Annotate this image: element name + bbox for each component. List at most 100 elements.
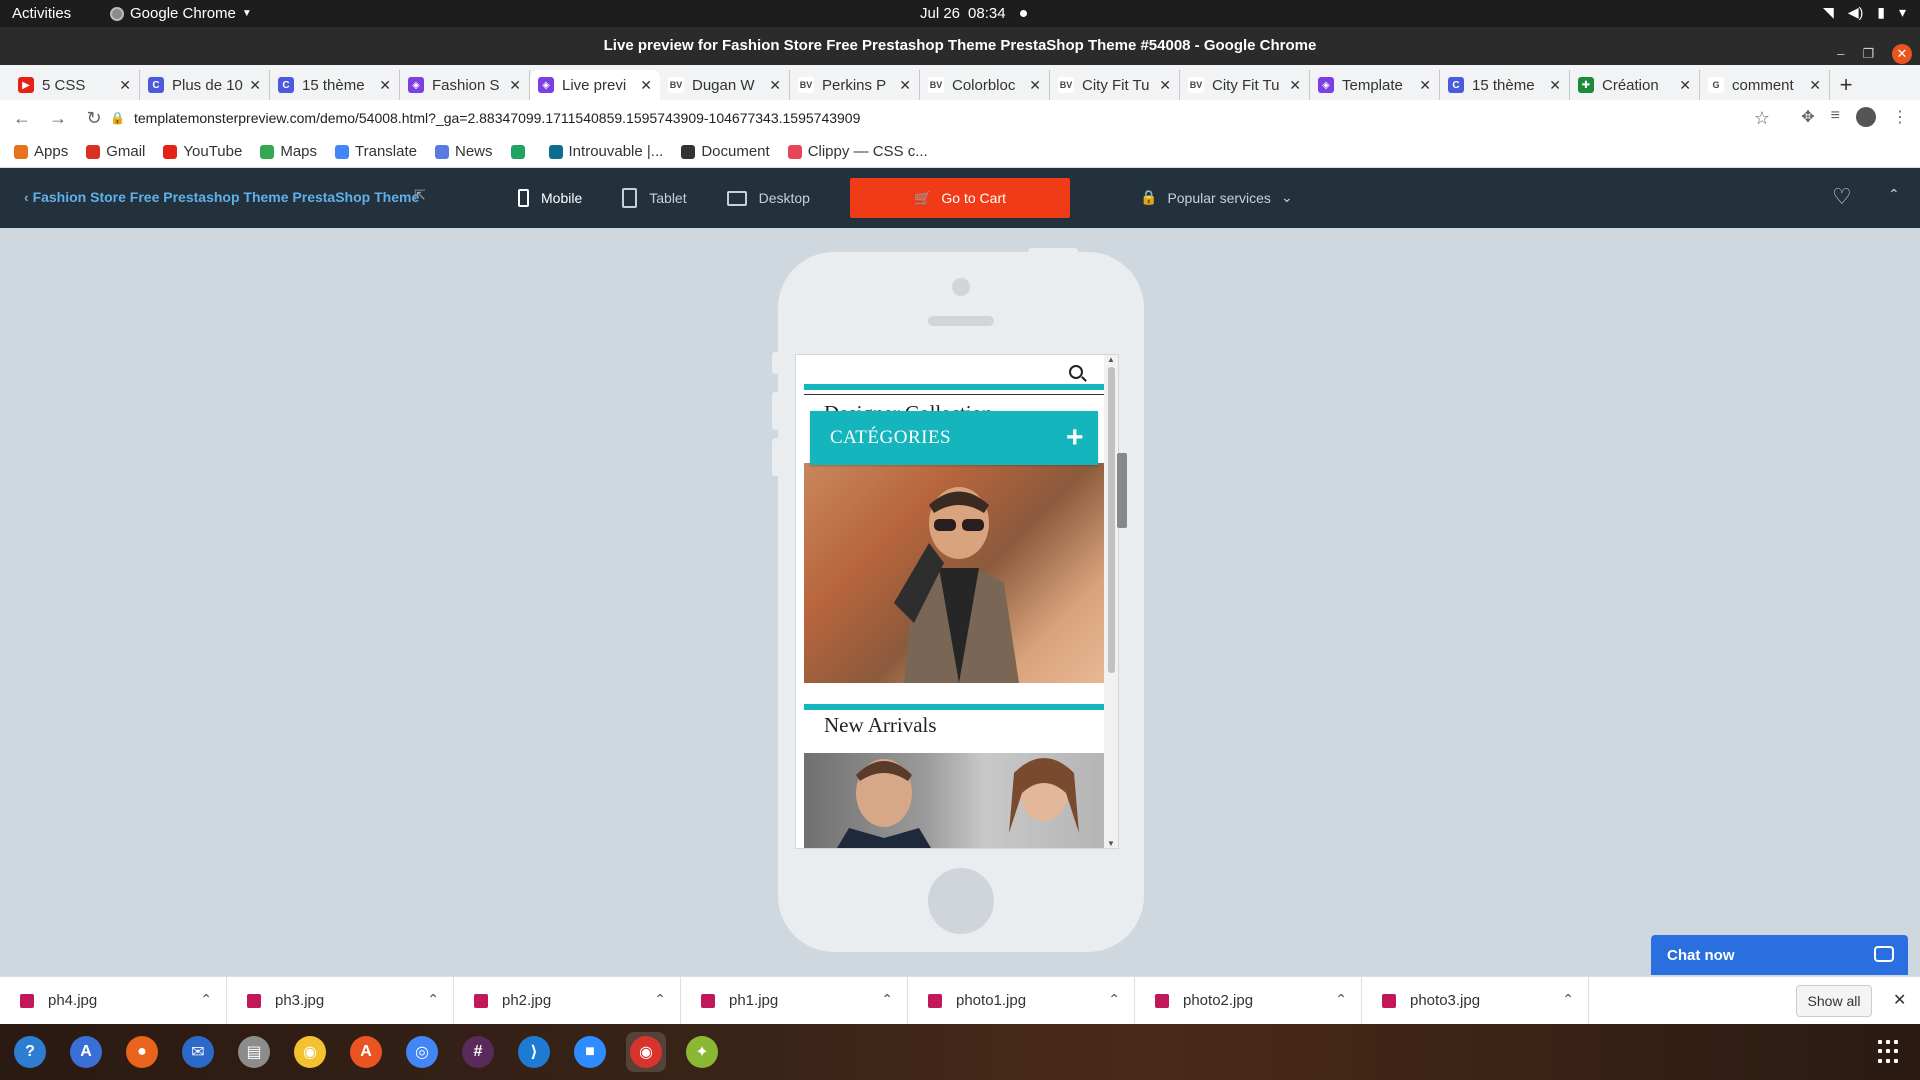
download-item[interactable]: ph4.jpg ⌃ bbox=[0, 976, 227, 1025]
zoom-icon[interactable]: ■ bbox=[570, 1032, 610, 1072]
tab-close-icon[interactable]: ✕ bbox=[1289, 77, 1301, 94]
bookmark-item[interactable]: News bbox=[435, 143, 493, 160]
bookmark-item[interactable]: Introuvable |... bbox=[548, 143, 663, 160]
reload-icon[interactable]: ↻ bbox=[80, 108, 108, 129]
tab-close-icon[interactable]: ✕ bbox=[1549, 77, 1561, 94]
tab-close-icon[interactable]: ✕ bbox=[509, 77, 521, 94]
chevron-up-icon[interactable]: ⌃ bbox=[1562, 991, 1574, 1008]
browser-tab[interactable]: ◈ Template ✕ bbox=[1310, 70, 1440, 100]
browser-tab[interactable]: C Plus de 10 ✕ bbox=[140, 70, 270, 100]
activities-button[interactable]: Activities bbox=[12, 5, 71, 22]
categories-toggle[interactable]: CATÉGORIES + bbox=[810, 411, 1098, 465]
url-text[interactable]: templatemonsterpreview.com/demo/54008.ht… bbox=[134, 110, 860, 126]
slack-icon[interactable]: # bbox=[458, 1032, 498, 1072]
lock-icon[interactable]: 🔒 bbox=[110, 111, 125, 125]
chevron-up-icon[interactable]: ⌃ bbox=[881, 991, 893, 1008]
browser-tab[interactable]: BV Colorbloc ✕ bbox=[920, 70, 1050, 100]
tab-close-icon[interactable]: ✕ bbox=[379, 77, 391, 94]
bookmark-item[interactable]: Translate bbox=[335, 143, 417, 160]
bookmark-item[interactable]: Document bbox=[681, 143, 770, 160]
browser-tab[interactable]: BV Perkins P ✕ bbox=[790, 70, 920, 100]
app-menu[interactable]: Google Chrome ▼ bbox=[110, 5, 252, 22]
chevron-up-icon[interactable]: ⌃ bbox=[200, 991, 212, 1008]
tab-close-icon[interactable]: ✕ bbox=[1029, 77, 1041, 94]
search-icon[interactable] bbox=[1069, 365, 1083, 379]
favorite-heart-icon[interactable]: ♡ bbox=[1832, 184, 1852, 210]
browser-tab[interactable]: C 15 thème ✕ bbox=[1440, 70, 1570, 100]
new-arrivals-image[interactable] bbox=[804, 753, 1104, 848]
forward-icon[interactable]: → bbox=[44, 108, 72, 129]
designer-collection-image[interactable] bbox=[804, 463, 1104, 683]
bookmark-item[interactable]: Clippy — CSS c... bbox=[787, 143, 928, 160]
browser-tab[interactable]: BV City Fit Tu ✕ bbox=[1050, 70, 1180, 100]
tab-close-icon[interactable]: ✕ bbox=[249, 77, 261, 94]
tab-close-icon[interactable]: ✕ bbox=[1679, 77, 1691, 94]
profile-avatar[interactable] bbox=[1856, 107, 1876, 127]
rhythmbox-icon[interactable]: ◉ bbox=[290, 1032, 330, 1072]
scrollbar-thumb[interactable] bbox=[1108, 367, 1115, 673]
chevron-up-icon[interactable]: ⌃ bbox=[427, 991, 439, 1008]
download-item[interactable]: ph2.jpg ⌃ bbox=[454, 976, 681, 1025]
collapse-chevron-up-icon[interactable]: ⌃ bbox=[1888, 186, 1900, 203]
browser-tab[interactable]: BV Dugan W ✕ bbox=[660, 70, 790, 100]
download-item[interactable]: ph1.jpg ⌃ bbox=[681, 976, 908, 1025]
download-item[interactable]: ph3.jpg ⌃ bbox=[227, 976, 454, 1025]
chevron-up-icon[interactable]: ⌃ bbox=[1335, 991, 1347, 1008]
close-downloads-icon[interactable]: ✕ bbox=[1893, 990, 1906, 1010]
chevron-up-icon[interactable]: ⌃ bbox=[654, 991, 666, 1008]
vscode-icon[interactable]: ⟩ bbox=[514, 1032, 554, 1072]
back-icon[interactable]: ← bbox=[8, 108, 36, 129]
chat-now-button[interactable]: Chat now bbox=[1651, 935, 1908, 975]
bookmark-item[interactable]: Gmail bbox=[86, 143, 145, 160]
tab-close-icon[interactable]: ✕ bbox=[1159, 77, 1171, 94]
chrome-icon[interactable]: ◉ bbox=[626, 1032, 666, 1072]
scroll-down-arrow-icon[interactable]: ▼ bbox=[1107, 839, 1115, 848]
bookmark-item[interactable]: YouTube bbox=[163, 143, 242, 160]
system-tray[interactable]: ◥ ◀) ▮ ▾ bbox=[1823, 4, 1906, 21]
device-tablet[interactable]: Tablet bbox=[622, 188, 687, 208]
browser-tab[interactable]: ◈ Live previ ✕ bbox=[530, 70, 660, 100]
scroll-up-arrow-icon[interactable]: ▲ bbox=[1107, 355, 1115, 364]
bookmark-star-icon[interactable]: ☆ bbox=[1754, 108, 1770, 129]
download-item[interactable]: photo3.jpg ⌃ bbox=[1362, 976, 1589, 1025]
bookmark-item[interactable]: Maps bbox=[260, 143, 317, 160]
browser-tab[interactable]: Gcomment ✕ bbox=[1700, 70, 1830, 100]
tab-close-icon[interactable]: ✕ bbox=[1419, 77, 1431, 94]
tab-close-icon[interactable]: ✕ bbox=[640, 77, 652, 94]
popular-services-dropdown[interactable]: 🔒 Popular services ⌄ bbox=[1140, 189, 1293, 206]
show-apps-grid-icon[interactable] bbox=[1878, 1040, 1902, 1064]
browser-tab[interactable]: BV City Fit Tu ✕ bbox=[1180, 70, 1310, 100]
frame-scrollbar-thumb[interactable] bbox=[1117, 453, 1127, 528]
help-icon[interactable]: ? bbox=[10, 1032, 50, 1072]
browser-tab[interactable]: ✚ Création ✕ bbox=[1570, 70, 1700, 100]
tab-close-icon[interactable]: ✕ bbox=[119, 77, 131, 94]
chevron-up-icon[interactable]: ⌃ bbox=[1108, 991, 1120, 1008]
thunderbird-icon[interactable]: ✉ bbox=[178, 1032, 218, 1072]
files-icon[interactable]: ▤ bbox=[234, 1032, 274, 1072]
download-item[interactable]: photo2.jpg ⌃ bbox=[1135, 976, 1362, 1025]
bookmark-item[interactable] bbox=[510, 144, 531, 159]
preview-scrollbar[interactable]: ▲ ▼ bbox=[1104, 355, 1118, 848]
back-to-product-link[interactable]: ‹ Fashion Store Free Prestashop Theme Pr… bbox=[24, 189, 419, 205]
media-icon[interactable]: ≡ bbox=[1831, 107, 1840, 127]
tab-close-icon[interactable]: ✕ bbox=[899, 77, 911, 94]
extensions-icon[interactable]: ✥ bbox=[1801, 107, 1814, 127]
address-bar[interactable]: 🔒 templatemonsterpreview.com/demo/54008.… bbox=[110, 103, 1770, 133]
new-tab-plus-icon[interactable]: + bbox=[1830, 70, 1862, 100]
show-all-button[interactable]: Show all bbox=[1796, 985, 1872, 1017]
clock[interactable]: Jul 26 08:34 bbox=[920, 5, 1027, 22]
device-desktop[interactable]: Desktop bbox=[726, 190, 810, 206]
chromium-icon[interactable]: ◎ bbox=[402, 1032, 442, 1072]
network-icon[interactable]: ✦ bbox=[682, 1032, 722, 1072]
download-item[interactable]: photo1.jpg ⌃ bbox=[908, 976, 1135, 1025]
browser-tab[interactable]: C 15 thème ✕ bbox=[270, 70, 400, 100]
tab-close-icon[interactable]: ✕ bbox=[1809, 77, 1821, 94]
firefox-icon[interactable]: ● bbox=[122, 1032, 162, 1072]
menu-icon[interactable]: ⋮ bbox=[1892, 107, 1908, 127]
browser-tab[interactable]: ◈ Fashion S ✕ bbox=[400, 70, 530, 100]
translate-icon[interactable]: A bbox=[66, 1032, 106, 1072]
browser-tab[interactable]: ▶ 5 CSS ✕ bbox=[10, 70, 140, 100]
close-window-icon[interactable]: ✕ bbox=[1892, 44, 1912, 64]
go-to-cart-button[interactable]: 🛒 Go to Cart bbox=[850, 178, 1070, 218]
bookmark-item[interactable]: Apps bbox=[14, 143, 68, 160]
